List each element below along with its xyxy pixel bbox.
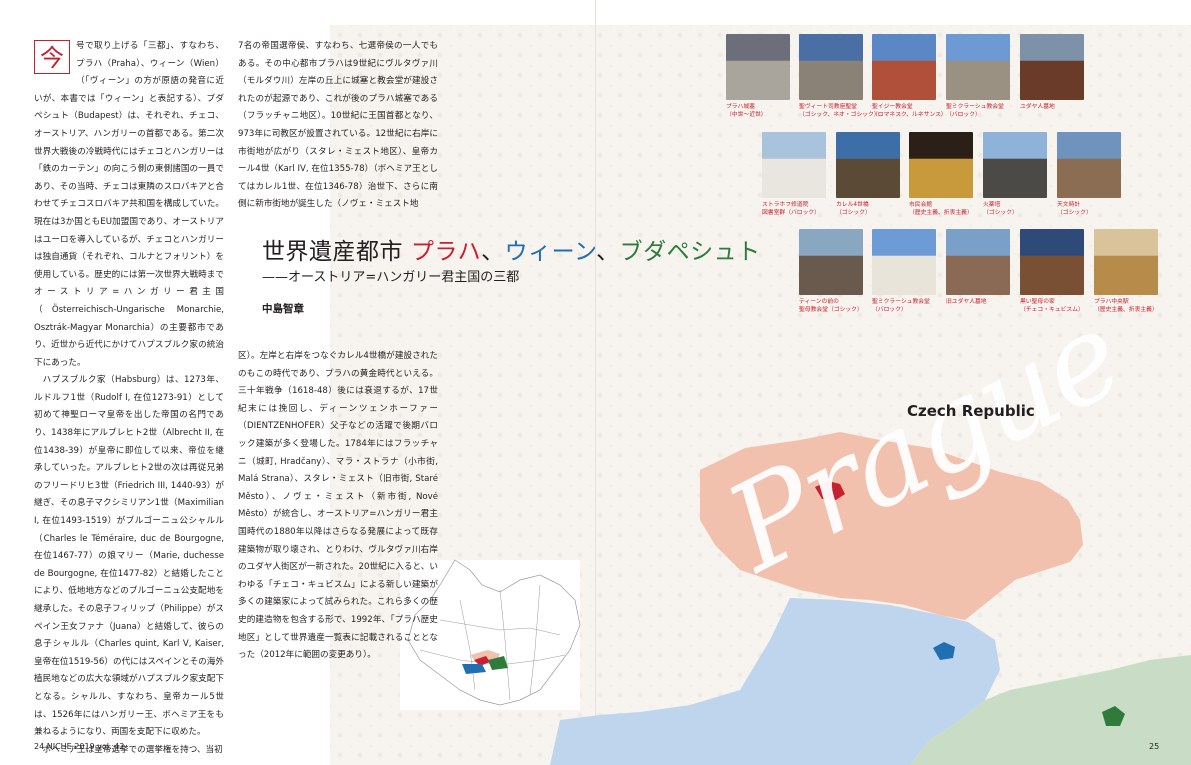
photo-caption: プラハ城塞 （中世〜近世） xyxy=(726,103,790,119)
photo-caption-name: 聖ヴィート司教座聖堂 xyxy=(799,104,857,110)
photo-image xyxy=(799,229,863,295)
photo-caption-name: ストラホフ修道院 xyxy=(762,202,809,208)
photo-thumbnail: プラハ中央駅 （歴史主義、折衷主義） xyxy=(1094,229,1158,314)
photo-image xyxy=(762,132,826,198)
author-name: 中島智章 xyxy=(262,303,304,315)
photo-caption-name: 旧ユダヤ人墓地 xyxy=(946,299,987,305)
title-separator: 、 xyxy=(481,239,505,265)
photo-caption-name: ユダヤ人墓地 xyxy=(1020,104,1055,110)
photo-thumbnail: ティーンの前の聖母教会堂（ゴシック） xyxy=(799,229,863,314)
photo-thumbnail: 聖ヴィート司教座聖堂 （ゴシック、ネオ・ゴシック） xyxy=(799,34,880,119)
photo-caption: ユダヤ人墓地 xyxy=(1020,103,1084,111)
photo-thumbnail: 火薬塔 （ゴシック） xyxy=(983,132,1047,217)
photo-caption-name: 聖イジー教会堂 xyxy=(872,104,913,110)
photo-image xyxy=(799,34,863,100)
photo-caption: カレル4世橋 （ゴシック） xyxy=(836,201,900,217)
photo-thumbnail: 旧ユダヤ人墓地 xyxy=(946,229,1010,306)
photo-caption: 市民会館 （歴史主義、折衷主義） xyxy=(909,201,973,217)
photo-thumbnail: 聖ミクラーシュ教会堂 （バロック） xyxy=(946,34,1010,119)
photo-thumbnail: 市民会館 （歴史主義、折衷主義） xyxy=(909,132,973,217)
photo-caption: 聖イジー教会堂 （ロマネスク、ルネサンス） xyxy=(872,103,947,119)
photo-image xyxy=(1094,229,1158,295)
photo-image xyxy=(1020,34,1084,100)
photo-caption-style: （バロック） xyxy=(946,112,981,118)
photo-caption-style: （ゴシック） xyxy=(983,210,1018,216)
photo-caption: 聖ミクラーシュ教会堂 （バロック） xyxy=(872,298,936,314)
photo-thumbnail: 天文時計 （ゴシック） xyxy=(1057,132,1121,217)
photo-image xyxy=(872,34,936,100)
photo-caption-style: （ロマネスク、ルネサンス） xyxy=(872,112,947,118)
photo-caption-style: 図書室群（バロック） xyxy=(762,210,820,216)
photo-caption-style: （中世〜近世） xyxy=(726,112,767,118)
photo-caption: 聖ミクラーシュ教会堂 （バロック） xyxy=(946,103,1010,119)
country-label: Czech Republic xyxy=(907,402,1035,420)
photo-caption-name: 市民会館 xyxy=(909,202,933,208)
photo-caption: 聖ヴィート司教座聖堂 （ゴシック、ネオ・ゴシック） xyxy=(799,103,880,119)
photo-caption-name: 聖ミクラーシュ教会堂 xyxy=(872,299,930,305)
photo-caption: 火薬塔 （ゴシック） xyxy=(983,201,1047,217)
photo-caption-style: （ゴシック） xyxy=(1057,210,1092,216)
photo-image xyxy=(726,34,790,100)
paragraph: ハプスブルク家（Habsburg）は、1273年、ルドルフ1世（Rudolf I… xyxy=(34,375,224,738)
paragraph: 号で取り上げる「三都」、すなわち、プラハ（Praha）、ウィーン（Wien）（「… xyxy=(34,41,224,368)
middle-column-top: 7名の帝国選帝侯、すなわち、七選帝侯の一人でもある。その中心都市プラハは9世紀に… xyxy=(238,38,438,214)
photo-caption-name: 黒い聖母の家 xyxy=(1020,299,1055,305)
photo-caption: 天文時計 （ゴシック） xyxy=(1057,201,1121,217)
photo-caption-name: 天文時計 xyxy=(1057,202,1081,208)
photo-image xyxy=(946,34,1010,100)
photo-thumbnail: ストラホフ修道院図書室群（バロック） xyxy=(762,132,826,217)
photo-image xyxy=(1057,132,1121,198)
photo-image xyxy=(1020,229,1084,295)
photo-caption-style: （ゴシック、ネオ・ゴシック） xyxy=(799,112,880,118)
left-column: 今 号で取り上げる「三都」、すなわち、プラハ（Praha）、ウィーン（Wien）… xyxy=(34,38,224,759)
photo-caption: 旧ユダヤ人墓地 xyxy=(946,298,1010,306)
photo-image xyxy=(872,229,936,295)
photo-caption-style: 聖母教会堂（ゴシック） xyxy=(799,307,863,313)
photo-caption: 黒い聖母の家 （チェコ・キュビスム） xyxy=(1020,298,1084,314)
middle-column-bottom: 区）。左岸と右岸をつなぐカレル4世橋が建設されたのもこの時代であり、プラハの黄金… xyxy=(238,348,438,665)
title-prefix: 世界遺産都市 xyxy=(262,239,411,265)
photo-image xyxy=(946,229,1010,295)
photo-caption: プラハ中央駅 （歴史主義、折衷主義） xyxy=(1094,298,1158,314)
photo-caption-style: （ゴシック） xyxy=(836,210,871,216)
magazine-spread: Prague Czech Republic 今 号で取り上げる「三都」、すなわち… xyxy=(0,0,1191,765)
title-prague: プラハ xyxy=(410,239,482,265)
photo-caption: ストラホフ修道院図書室群（バロック） xyxy=(762,201,826,217)
photo-caption-name: 火薬塔 xyxy=(983,202,1001,208)
photo-caption-name: プラハ城塞 xyxy=(726,104,755,110)
photo-caption-style: （歴史主義、折衷主義） xyxy=(909,210,973,216)
photo-thumbnail: 黒い聖母の家 （チェコ・キュビスム） xyxy=(1020,229,1084,314)
photo-caption: ティーンの前の聖母教会堂（ゴシック） xyxy=(799,298,863,314)
title-vienna: ウィーン xyxy=(504,239,597,265)
photo-caption-name: プラハ中央駅 xyxy=(1094,299,1129,305)
photo-caption-style: （チェコ・キュビスム） xyxy=(1020,307,1084,313)
photo-thumbnail: 聖ミクラーシュ教会堂 （バロック） xyxy=(872,229,936,314)
photo-thumbnail: 聖イジー教会堂 （ロマネスク、ルネサンス） xyxy=(872,34,947,119)
photo-caption-style: （歴史主義、折衷主義） xyxy=(1094,307,1158,313)
title-separator: 、 xyxy=(596,239,620,265)
paragraph: 区）。左岸と右岸をつなぐカレル4世橋が建設されたのもこの時代であり、プラハの黄金… xyxy=(238,351,438,661)
title-budapest: ブダペシュト xyxy=(619,239,761,265)
photo-caption-name: カレル4世橋 xyxy=(836,202,869,208)
photo-image xyxy=(983,132,1047,198)
dropcap: 今 xyxy=(34,40,70,74)
page-folio-left: 24 NICHE 2019 vol. 42 xyxy=(34,742,125,751)
article-title: 世界遺産都市 プラハ、ウィーン、ブダペシュト xyxy=(262,232,761,266)
photo-thumbnail: プラハ城塞 （中世〜近世） xyxy=(726,34,790,119)
photo-thumbnail: カレル4世橋 （ゴシック） xyxy=(836,132,900,217)
photo-caption-style: （バロック） xyxy=(872,307,907,313)
article-subtitle: ——オーストリア=ハンガリー君主国の三都 xyxy=(262,270,520,285)
photo-image xyxy=(836,132,900,198)
paragraph: 7名の帝国選帝侯、すなわち、七選帝侯の一人でもある。その中心都市プラハは9世紀に… xyxy=(238,41,438,210)
photo-thumbnail: ユダヤ人墓地 xyxy=(1020,34,1084,111)
page-folio-right: 25 xyxy=(1149,742,1160,751)
photo-caption-name: ティーンの前の xyxy=(799,299,839,305)
photo-image xyxy=(909,132,973,198)
photo-caption-name: 聖ミクラーシュ教会堂 xyxy=(946,104,1004,110)
